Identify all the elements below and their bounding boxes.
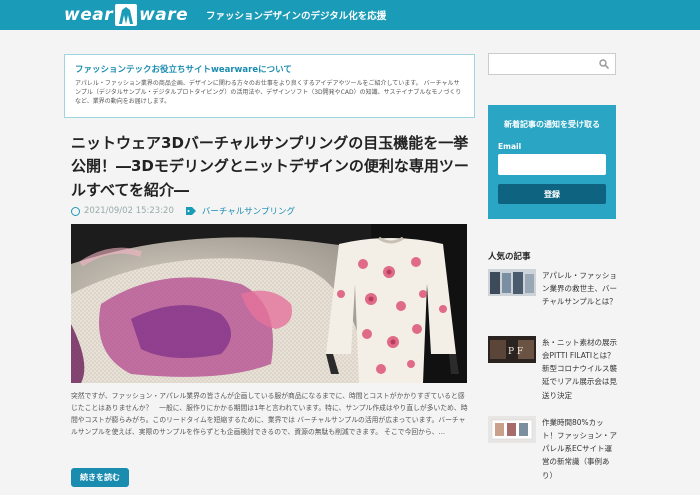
about-title: ファッションテックお役立ちサイトwearwareについて (75, 65, 292, 75)
popular-thumb (488, 269, 536, 296)
email-label: Email (498, 142, 522, 151)
post-excerpt: 突然ですが、ファッション・アパレル業界の皆さんが企画している服が商品になるまでに… (71, 392, 468, 436)
post-meta: 2021/09/02 15:23:20 バーチャルサンプリング (71, 205, 295, 217)
post-date: 2021/09/02 15:23:20 (84, 206, 174, 216)
about-box: ファッションテックお役立ちサイトwearwareについて アパレル・ファッション… (64, 54, 475, 118)
popular-thumb: P F (488, 336, 536, 363)
popular-item[interactable]: P F 糸・ニット素材の展示会PITTI FILATIとは？ 新型コロナウイルス… (488, 336, 622, 402)
post-hero-image[interactable] (71, 224, 467, 383)
popular-item[interactable]: アパレル・ファッション業界の救世主、バーチャルサンプルとは？ (488, 269, 618, 308)
logo-text-right: ware (139, 5, 189, 25)
popular-heading: 人気の記事 (488, 252, 531, 262)
newsletter-widget: 新着記事の通知を受け取る Email 登録 (488, 105, 616, 219)
logo-text-left: wear (64, 5, 114, 25)
popular-item-title[interactable]: 作業時間80%カット！ファッション・アパレル系ECサイト運営の新常識（事例あり） (542, 416, 618, 482)
newsletter-title: 新着記事の通知を受け取る (504, 120, 600, 129)
search-box[interactable] (488, 53, 616, 75)
post-category-link[interactable]: バーチャルサンプリング (202, 205, 295, 217)
clock-icon (71, 206, 80, 216)
email-field[interactable] (498, 154, 606, 175)
post-title[interactable]: ニットウェア3Dバーチャルサンプリングの目玉機能を一挙公開！―3Dモデリングとニ… (71, 132, 471, 202)
about-text: アパレル・ファッション業界の商品企画、デザインに関わる方々のお仕事をより良くする… (75, 80, 462, 105)
popular-item-title[interactable]: 糸・ニット素材の展示会PITTI FILATIとは？ 新型コロナウイルス襲延でリ… (542, 336, 622, 402)
popular-item[interactable]: 作業時間80%カット！ファッション・アパレル系ECサイト運営の新常識（事例あり） (488, 416, 618, 482)
popular-thumb (488, 416, 536, 443)
site-tagline: ファッションデザインのデジタル化を応援 (206, 11, 387, 22)
site-logo[interactable]: wear ware (64, 3, 188, 27)
logo-figure-icon (115, 4, 138, 26)
site-header: wear ware ファッションデザインのデジタル化を応援 (0, 0, 700, 30)
knit-sweater-image (71, 224, 467, 383)
read-more-button[interactable]: 続きを読む (71, 468, 129, 487)
tag-icon (185, 207, 196, 215)
subscribe-button[interactable]: 登録 (498, 184, 606, 204)
popular-item-title[interactable]: アパレル・ファッション業界の救世主、バーチャルサンプルとは？ (542, 269, 618, 308)
thumb-label: P F (508, 347, 523, 357)
search-icon[interactable] (599, 59, 609, 69)
